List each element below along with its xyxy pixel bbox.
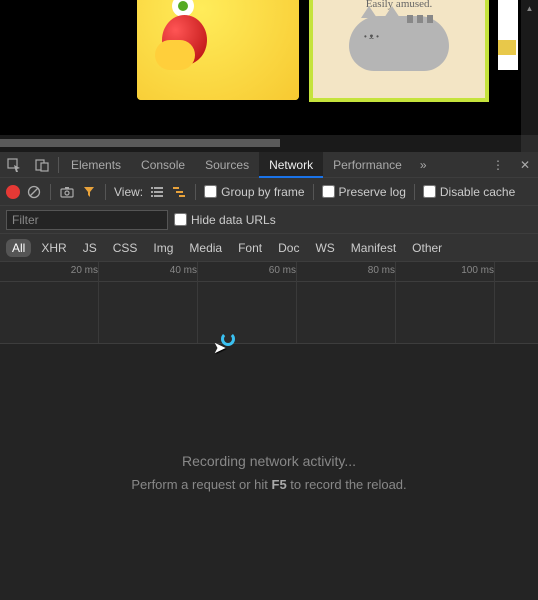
timeline-tick: 20 ms [71,265,98,276]
scroll-corner [521,135,538,152]
type-filter-other[interactable]: Other [406,239,448,257]
pusheen-illustration: • ᴥ • [349,16,449,71]
type-filter-media[interactable]: Media [183,239,228,257]
hide-data-urls-label: Hide data URLs [191,213,276,227]
page-vertical-scrollbar[interactable]: ▲ [521,0,538,135]
network-timeline[interactable]: 20 ms 40 ms 60 ms 80 ms 100 ms [0,262,538,344]
empty-state-subtitle: Perform a request or hit F5 to record th… [131,477,406,492]
devtools-tabbar: Elements Console Sources Network Perform… [0,152,538,178]
devtools-menu-icon[interactable]: ⋮ [484,158,512,172]
filter-icon[interactable] [81,186,97,198]
type-filter-ws[interactable]: WS [309,239,340,257]
emoji-illustration [137,0,299,100]
network-filter-row: Hide data URLs [0,206,538,234]
scrollbar-thumb[interactable] [0,139,280,147]
image-result-partial[interactable] [498,0,518,70]
tabs-overflow-icon[interactable]: » [412,158,435,172]
type-filter-all[interactable]: All [6,239,31,257]
waterfall-view-icon[interactable] [171,186,187,198]
timeline-tick: 60 ms [269,265,296,276]
scroll-up-icon[interactable]: ▲ [521,0,538,17]
empty-state-title: Recording network activity... [182,453,356,469]
tab-sources[interactable]: Sources [195,152,259,178]
timeline-tick: 40 ms [170,265,197,276]
disable-cache-checkbox[interactable]: Disable cache [423,185,515,199]
type-filter-img[interactable]: Img [147,239,179,257]
filter-input[interactable] [6,210,168,230]
timeline-tick: 80 ms [368,265,395,276]
tab-elements[interactable]: Elements [61,152,131,178]
image-result-pusheen[interactable]: Easily amused. • ᴥ • [313,0,485,98]
clear-icon[interactable] [26,185,42,199]
list-view-icon[interactable] [149,186,165,198]
disable-cache-label: Disable cache [440,185,515,199]
record-button[interactable] [6,185,20,199]
type-filter-font[interactable]: Font [232,239,268,257]
preserve-log-label: Preserve log [339,185,406,199]
devtools-panel: Elements Console Sources Network Perform… [0,152,538,600]
devtools-close-icon[interactable]: ✕ [512,158,538,172]
page-content-area: Easily amused. • ᴥ • ▲ [0,0,538,135]
timeline-tick: 100 ms [461,265,494,276]
network-type-filters: All XHR JS CSS Img Media Font Doc WS Man… [0,234,538,262]
tab-performance[interactable]: Performance [323,152,412,178]
network-empty-state: Recording network activity... Perform a … [0,344,538,600]
type-filter-js[interactable]: JS [77,239,103,257]
network-toolbar: View: Group by frame Preserve log Disabl… [0,178,538,206]
group-by-frame-label: Group by frame [221,185,304,199]
capture-screenshot-icon[interactable] [59,186,75,198]
preserve-log-checkbox[interactable]: Preserve log [322,185,406,199]
type-filter-manifest[interactable]: Manifest [345,239,402,257]
page-horizontal-scrollbar[interactable] [0,135,521,152]
device-toggle-icon[interactable] [28,158,56,172]
tab-network[interactable]: Network [259,152,323,178]
inspect-element-icon[interactable] [0,158,28,172]
type-filter-xhr[interactable]: XHR [35,239,72,257]
view-label: View: [114,185,143,199]
hide-data-urls-checkbox[interactable]: Hide data URLs [174,213,276,227]
type-filter-css[interactable]: CSS [107,239,144,257]
image-result-emoji[interactable] [137,0,299,100]
type-filter-doc[interactable]: Doc [272,239,305,257]
group-by-frame-checkbox[interactable]: Group by frame [204,185,304,199]
tab-console[interactable]: Console [131,152,195,178]
